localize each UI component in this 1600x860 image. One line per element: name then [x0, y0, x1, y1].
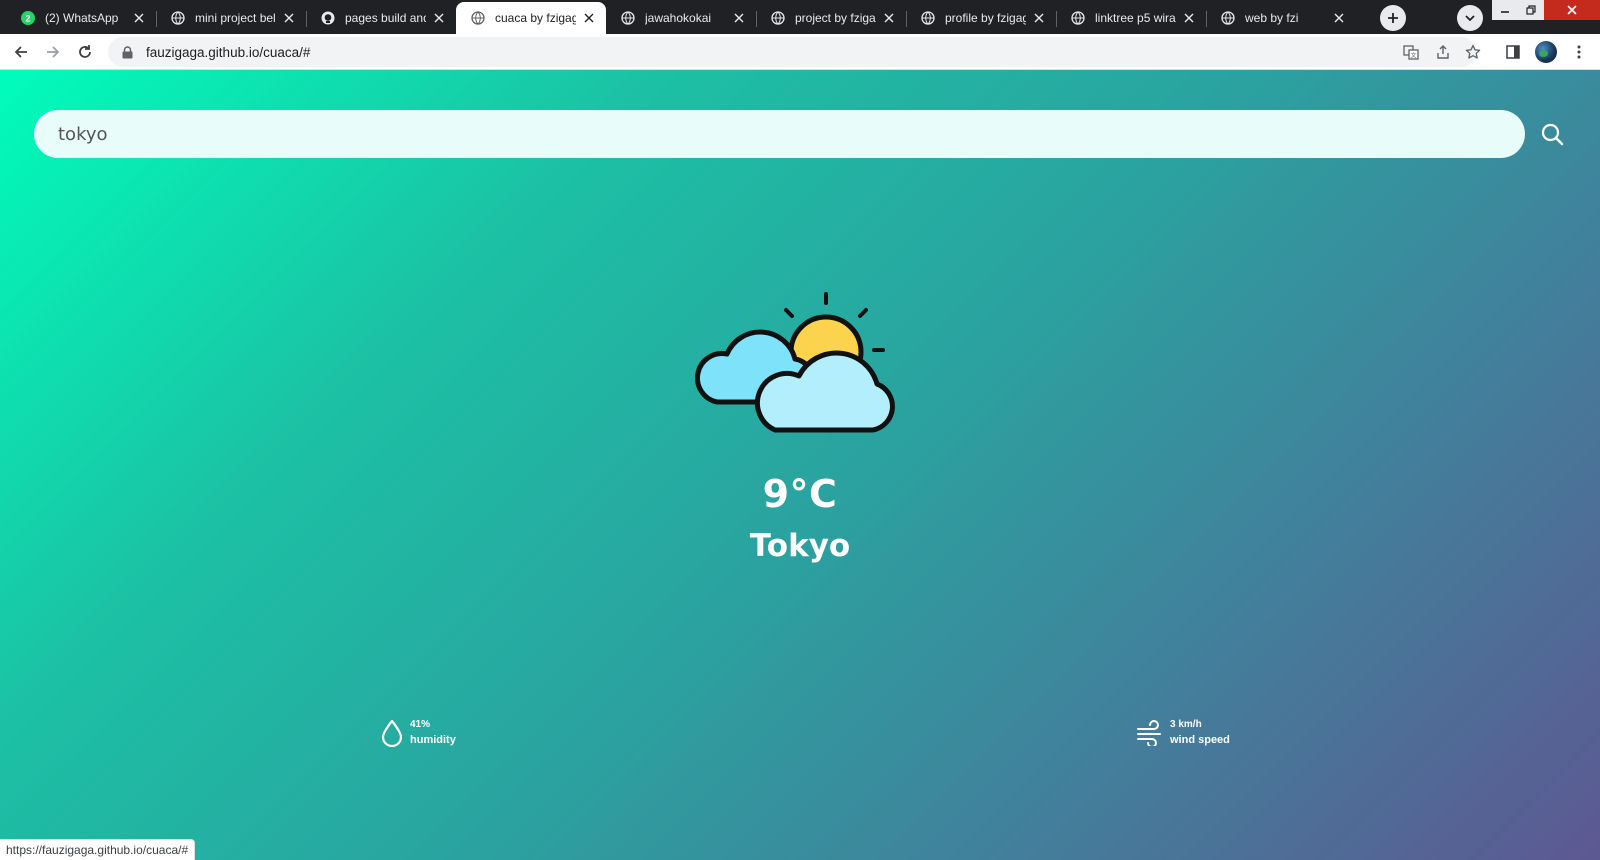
tab-pages-build[interactable]: pages build and: [306, 2, 456, 34]
tab-cuaca[interactable]: cuaca by fzigaga: [456, 2, 606, 34]
humidity-label: humidity: [410, 734, 456, 746]
partly-cloudy-icon: [695, 292, 895, 433]
tab-label: cuaca by fzigaga: [495, 11, 576, 25]
translate-icon: 文: [1403, 45, 1419, 60]
temperature: 9°C: [762, 472, 838, 516]
star-icon: [1465, 44, 1481, 59]
globe-icon: [920, 10, 936, 26]
close-icon[interactable]: [730, 9, 748, 27]
wind-label: wind speed: [1170, 734, 1230, 746]
bookmark-button[interactable]: [1460, 39, 1486, 65]
city-search-input[interactable]: [34, 110, 1525, 158]
tab-profile[interactable]: profile by fzigag: [906, 2, 1056, 34]
tab-label: (2) WhatsApp: [45, 11, 119, 25]
tab-label: web by fzi: [1245, 11, 1299, 25]
close-icon[interactable]: [130, 9, 148, 27]
tab-web[interactable]: web by fzi: [1206, 2, 1356, 34]
globe-icon: [1220, 10, 1236, 26]
city-name: Tokyo: [749, 528, 851, 564]
reload-button[interactable]: [72, 39, 98, 65]
globe-icon: [170, 10, 186, 26]
tab-label: project by fziga: [795, 11, 876, 25]
tab-label: mini project bela: [195, 11, 276, 25]
humidity-value: 41%: [410, 719, 431, 730]
window-close-button[interactable]: [1544, 0, 1600, 20]
chevron-down-icon: [1465, 15, 1475, 22]
kebab-menu-icon: [1577, 45, 1581, 59]
globe-icon: [620, 10, 636, 26]
tab-project[interactable]: project by fziga: [756, 2, 906, 34]
wind-value: 3 km/h: [1170, 719, 1202, 730]
reload-icon: [79, 45, 91, 58]
tab-jawahokokai[interactable]: jawahokokai: [606, 2, 756, 34]
translate-button[interactable]: 文: [1398, 39, 1424, 65]
share-icon: [1437, 45, 1449, 59]
close-icon[interactable]: [1030, 9, 1048, 27]
tab-mini-project[interactable]: mini project bela: [156, 2, 306, 34]
share-button[interactable]: [1430, 39, 1456, 65]
close-icon[interactable]: [880, 9, 898, 27]
minimize-icon: [1501, 11, 1509, 13]
close-icon[interactable]: [430, 9, 448, 27]
menu-button[interactable]: [1566, 39, 1592, 65]
browser-toolbar: fauzigaga.github.io/cuaca/# 文: [0, 34, 1600, 70]
side-panel-icon: [1506, 45, 1520, 59]
whatsapp-icon: 2: [20, 10, 36, 26]
svg-text:文: 文: [1410, 52, 1416, 60]
plus-icon: [1388, 13, 1398, 23]
tab-linktree[interactable]: linktree p5 wira: [1056, 2, 1206, 34]
side-panel-button[interactable]: [1500, 39, 1526, 65]
globe-icon: [1070, 10, 1086, 26]
restore-button[interactable]: [1518, 0, 1544, 20]
close-icon[interactable]: [1180, 9, 1198, 27]
close-icon[interactable]: [280, 9, 298, 27]
tab-label: profile by fzigag: [945, 11, 1026, 25]
weather-app: 9°C Tokyo 41% humidity 3 km/h wind speed: [0, 70, 1600, 860]
lock-icon[interactable]: [122, 45, 136, 59]
globe-icon: [770, 10, 786, 26]
profile-avatar[interactable]: [1535, 41, 1557, 63]
water-drop-icon: [380, 719, 404, 747]
tab-whatsapp[interactable]: 2 (2) WhatsApp: [6, 2, 156, 34]
tab-label: linktree p5 wira: [1095, 11, 1176, 25]
wind-icon: [1136, 720, 1164, 746]
back-button[interactable]: [8, 39, 34, 65]
restore-icon: [1526, 5, 1536, 15]
forward-button[interactable]: [40, 39, 66, 65]
minimize-button[interactable]: [1492, 0, 1518, 20]
github-icon: [320, 10, 336, 26]
status-url-bubble: https://fauzigaga.github.io/cuaca/#: [0, 839, 196, 860]
search-icon: [1541, 123, 1564, 146]
tab-strip: 2 (2) WhatsApp mini project bela pages b…: [0, 0, 1600, 34]
tab-label: jawahokokai: [645, 11, 712, 25]
search-button[interactable]: [1533, 115, 1571, 153]
new-tab-button[interactable]: [1380, 5, 1406, 31]
close-icon[interactable]: [1330, 9, 1348, 27]
humidity-info: 41% humidity: [380, 718, 456, 748]
tab-label: pages build and: [345, 11, 426, 25]
close-icon: [1567, 5, 1577, 15]
svg-text:2: 2: [25, 14, 30, 24]
arrow-right-icon: [47, 46, 60, 58]
address-bar[interactable]: fauzigaga.github.io/cuaca/#: [108, 37, 1476, 67]
wind-info: 3 km/h wind speed: [1136, 718, 1230, 748]
close-icon[interactable]: [580, 9, 598, 27]
url-text: fauzigaga.github.io/cuaca/#: [146, 44, 311, 60]
globe-icon: [470, 10, 486, 26]
arrow-left-icon: [14, 46, 27, 58]
tab-search-button[interactable]: [1457, 5, 1483, 31]
